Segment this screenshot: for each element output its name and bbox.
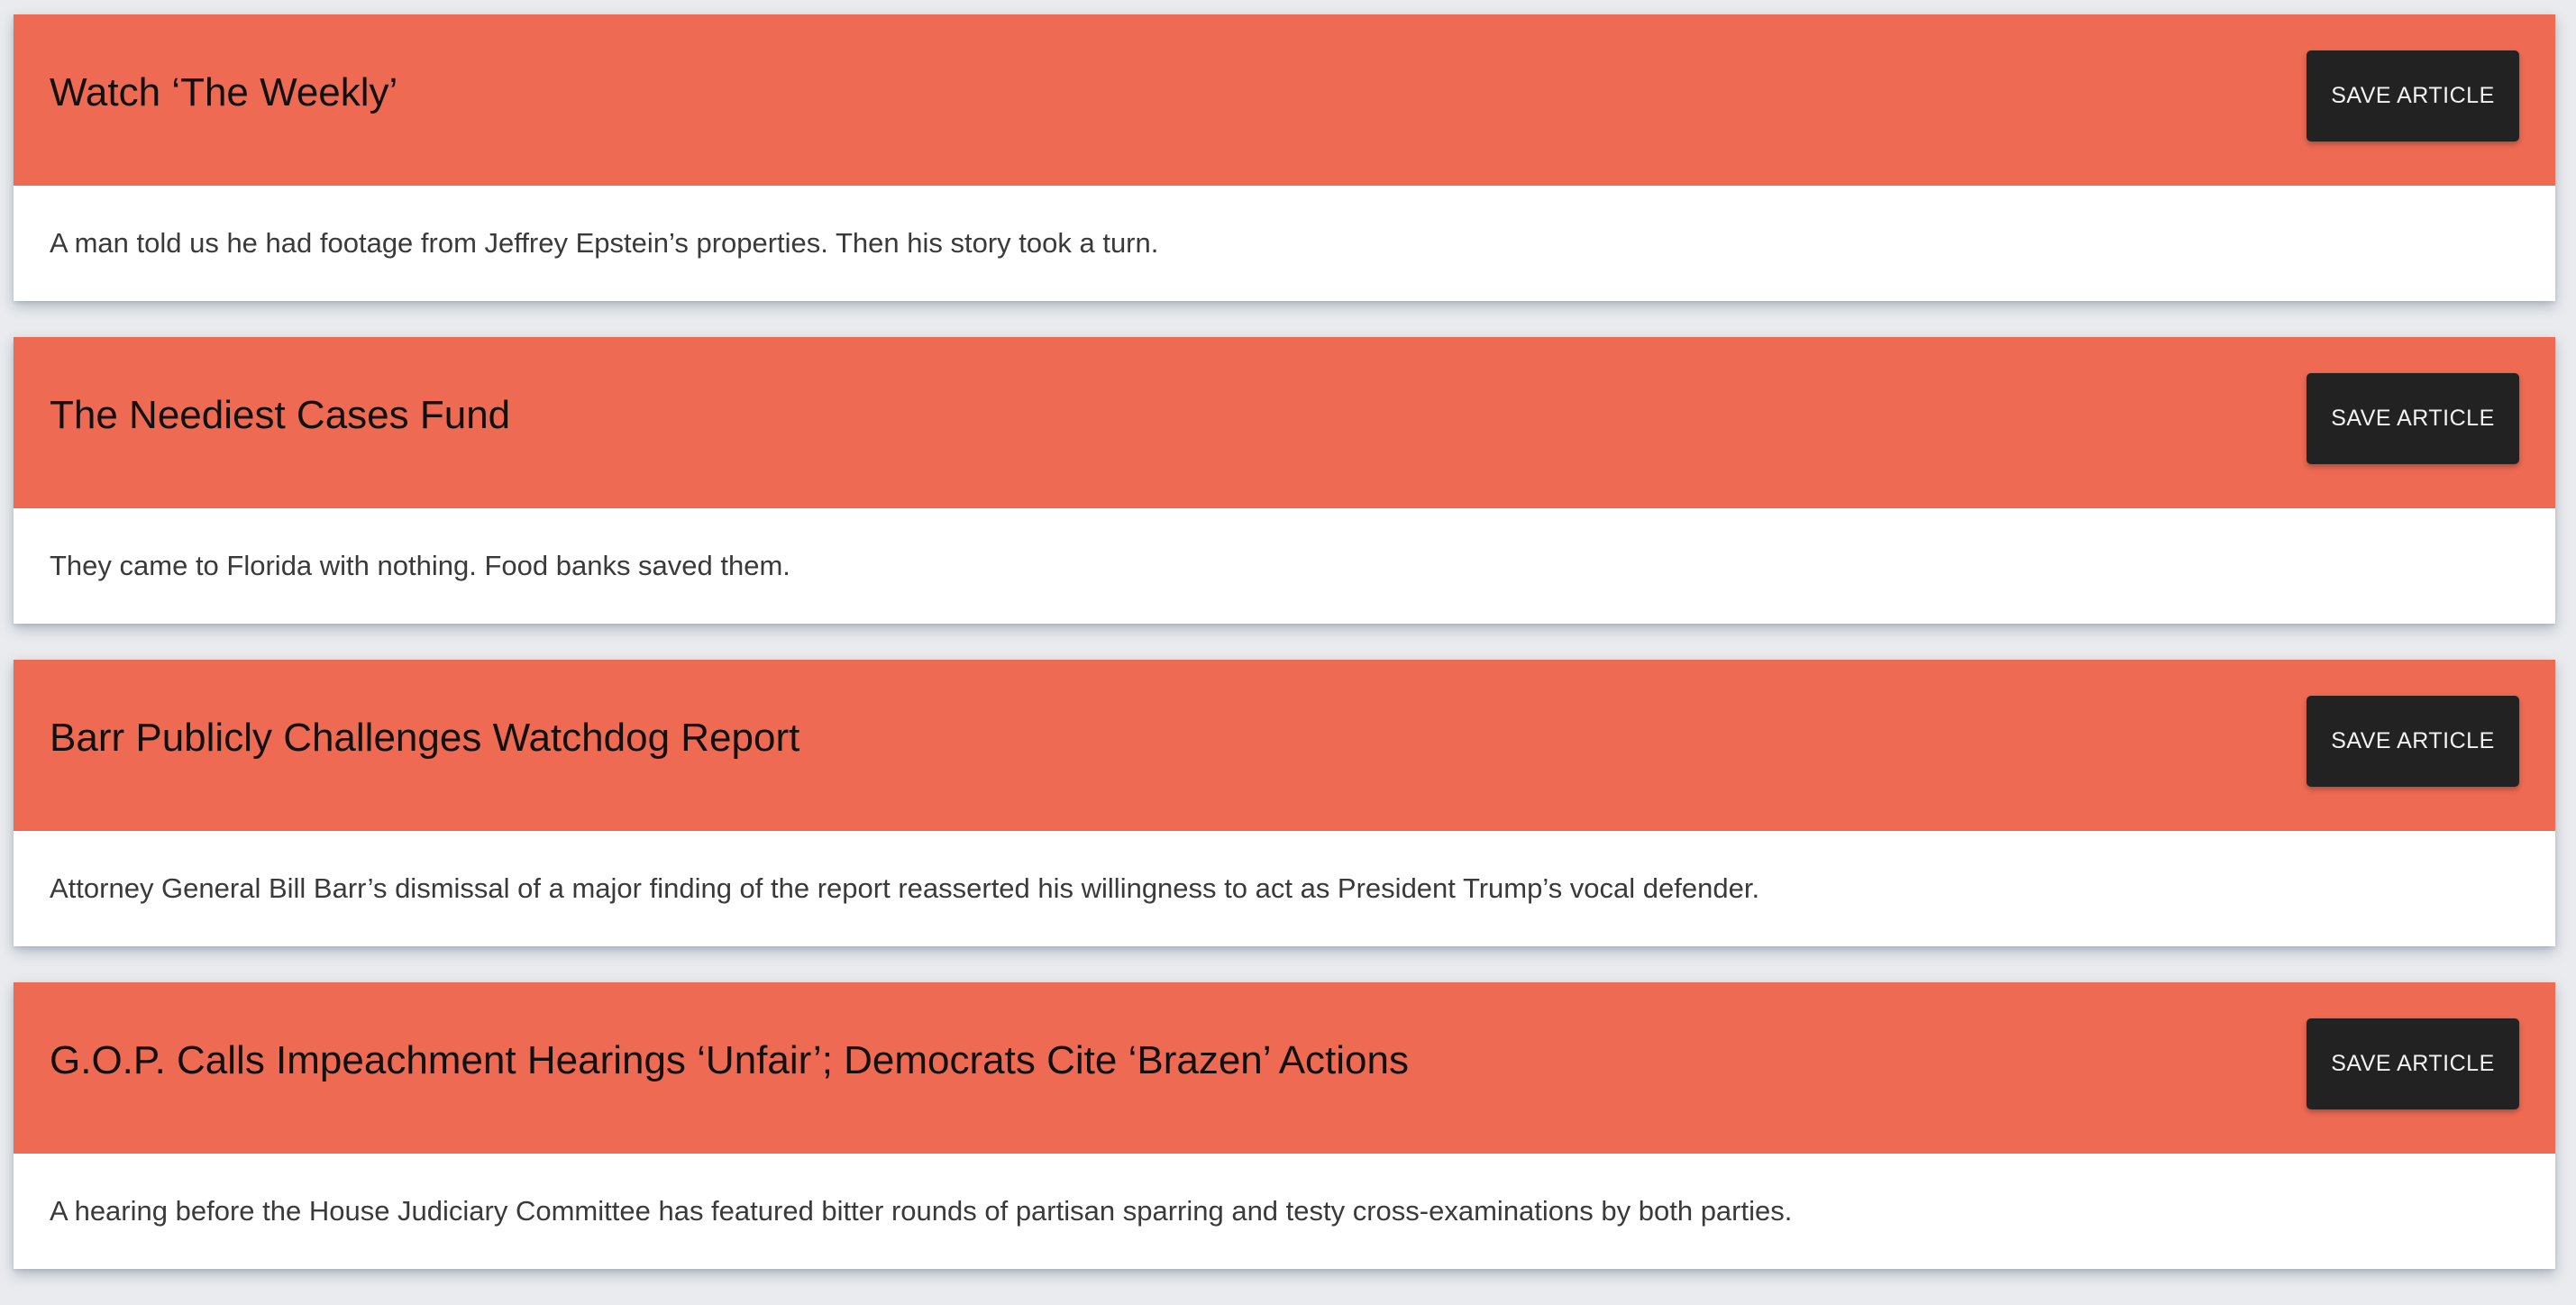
article-card-body: A man told us he had footage from Jeffre… — [14, 186, 2555, 301]
save-article-button[interactable]: SAVE ARTICLE — [2307, 1018, 2519, 1109]
article-list: Watch ‘The Weekly’ SAVE ARTICLE A man to… — [14, 14, 2555, 1305]
article-summary: A man told us he had footage from Jeffre… — [50, 227, 1159, 259]
article-card: G.O.P. Calls Impeachment Hearings ‘Unfai… — [14, 982, 2555, 1269]
article-card-header: The Neediest Cases Fund SAVE ARTICLE — [14, 337, 2555, 508]
article-summary: They came to Florida with nothing. Food … — [50, 550, 790, 581]
save-article-button[interactable]: SAVE ARTICLE — [2307, 373, 2519, 464]
article-summary: A hearing before the House Judiciary Com… — [50, 1195, 1793, 1227]
article-title[interactable]: The Neediest Cases Fund — [50, 337, 510, 494]
article-card-body: Attorney General Bill Barr’s dismissal o… — [14, 831, 2555, 946]
article-summary: Attorney General Bill Barr’s dismissal o… — [50, 872, 1760, 904]
article-card: Barr Publicly Challenges Watchdog Report… — [14, 660, 2555, 946]
article-card-header: Watch ‘The Weekly’ SAVE ARTICLE — [14, 14, 2555, 186]
article-card: Watch ‘The Weekly’ SAVE ARTICLE A man to… — [14, 14, 2555, 301]
article-title[interactable]: G.O.P. Calls Impeachment Hearings ‘Unfai… — [50, 982, 1409, 1139]
article-card: The Neediest Cases Fund SAVE ARTICLE The… — [14, 337, 2555, 624]
article-card-body: A hearing before the House Judiciary Com… — [14, 1154, 2555, 1269]
article-card-header: Barr Publicly Challenges Watchdog Report… — [14, 660, 2555, 831]
save-article-button[interactable]: SAVE ARTICLE — [2307, 696, 2519, 787]
article-card-header: G.O.P. Calls Impeachment Hearings ‘Unfai… — [14, 982, 2555, 1154]
article-card-body: They came to Florida with nothing. Food … — [14, 508, 2555, 624]
save-article-button[interactable]: SAVE ARTICLE — [2307, 50, 2519, 141]
article-title[interactable]: Watch ‘The Weekly’ — [50, 14, 397, 171]
article-title[interactable]: Barr Publicly Challenges Watchdog Report — [50, 660, 799, 817]
